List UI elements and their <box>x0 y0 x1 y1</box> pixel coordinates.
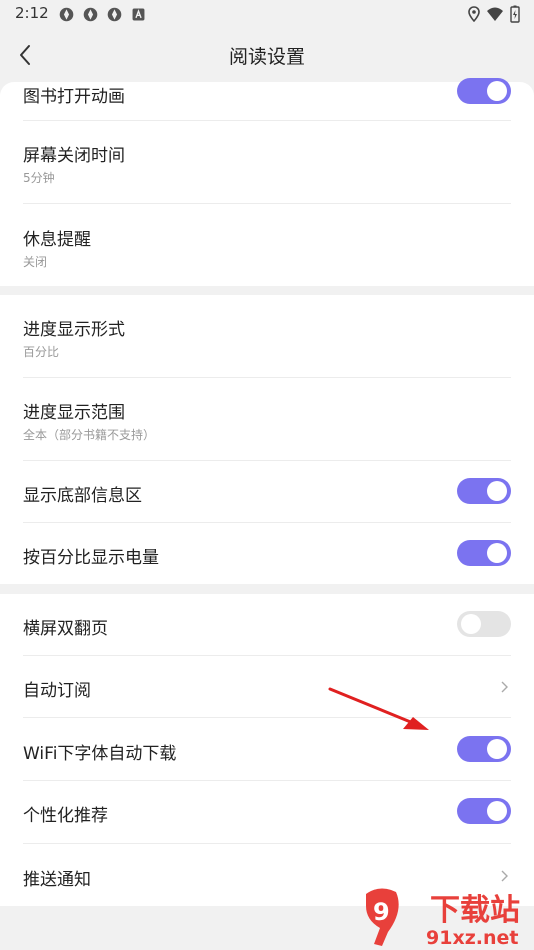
landscape-double-page-toggle[interactable] <box>457 611 511 637</box>
toggle-knob <box>487 801 507 821</box>
setting-value: 全本（部分书籍不支持） <box>23 428 156 442</box>
battery-icon <box>510 5 520 23</box>
status-bar: 2:12 <box>0 0 534 28</box>
app-notification-icon <box>107 7 122 22</box>
font-notification-icon <box>132 8 145 21</box>
setting-show-bottom-info[interactable]: 显示底部信息区 <box>23 461 511 522</box>
wifi-icon <box>487 7 503 21</box>
book-open-animation-toggle[interactable] <box>457 78 511 104</box>
setting-title: 休息提醒 <box>23 230 91 250</box>
app-notification-icon <box>83 7 98 22</box>
setting-landscape-double-page[interactable]: 横屏双翻页 <box>23 594 511 655</box>
setting-title: 横屏双翻页 <box>23 619 108 639</box>
setting-title: 推送通知 <box>23 870 91 890</box>
toggle-knob <box>487 481 507 501</box>
app-notification-icon <box>59 7 74 22</box>
setting-auto-subscribe[interactable]: 自动订阅 <box>23 656 511 717</box>
wifi-font-download-toggle[interactable] <box>457 736 511 762</box>
toggle-knob <box>487 81 507 101</box>
setting-title: 自动订阅 <box>23 681 91 701</box>
watermark-logo: 9 下载站 91xz.net <box>360 880 534 950</box>
settings-section-progress: 进度显示形式 百分比 进度显示范围 全本（部分书籍不支持） 显示底部信息区 按百… <box>0 295 534 584</box>
annotation-arrow-icon <box>328 687 429 730</box>
watermark-brand: 下载站 <box>430 893 520 928</box>
watermark-logo-mark: 9 <box>373 898 390 926</box>
toggle-knob <box>487 543 507 563</box>
setting-book-open-animation[interactable]: 图书打开动画 <box>23 78 511 120</box>
setting-personalized-recommendation[interactable]: 个性化推荐 <box>23 781 511 843</box>
setting-value: 关闭 <box>23 255 48 269</box>
chevron-right-icon <box>501 681 508 693</box>
setting-battery-percentage[interactable]: 按百分比显示电量 <box>23 523 511 584</box>
personalized-recommendation-toggle[interactable] <box>457 798 511 824</box>
app-bar: 阅读设置 <box>0 28 534 82</box>
location-icon <box>468 6 480 22</box>
setting-title: 个性化推荐 <box>23 806 108 826</box>
setting-rest-reminder[interactable]: 休息提醒 关闭 <box>23 204 511 286</box>
setting-progress-format[interactable]: 进度显示形式 百分比 <box>23 295 511 377</box>
page-title: 阅读设置 <box>228 46 305 68</box>
setting-value: 百分比 <box>23 345 60 359</box>
status-time: 2:12 <box>15 4 49 22</box>
setting-title: 显示底部信息区 <box>23 486 142 506</box>
watermark-domain: 91xz.net <box>426 927 518 949</box>
show-bottom-info-toggle[interactable] <box>457 478 511 504</box>
setting-wifi-font-download[interactable]: WiFi下字体自动下载 <box>23 718 511 780</box>
setting-title: 进度显示范围 <box>23 403 125 423</box>
setting-screen-off-time[interactable]: 屏幕关闭时间 5分钟 <box>23 121 511 203</box>
settings-section-other: 横屏双翻页 自动订阅 WiFi下字体自动下载 个性化推荐 推送通知 <box>0 594 534 906</box>
setting-title: WiFi下字体自动下载 <box>23 744 177 764</box>
setting-progress-range[interactable]: 进度显示范围 全本（部分书籍不支持） <box>23 378 511 460</box>
setting-value: 5分钟 <box>23 171 55 185</box>
toggle-knob <box>461 614 481 634</box>
setting-title: 进度显示形式 <box>23 320 125 340</box>
toggle-knob <box>487 739 507 759</box>
settings-section-general: 图书打开动画 屏幕关闭时间 5分钟 休息提醒 关闭 <box>0 78 534 286</box>
battery-percentage-toggle[interactable] <box>457 540 511 566</box>
setting-title: 图书打开动画 <box>23 87 125 107</box>
setting-title: 按百分比显示电量 <box>23 548 159 568</box>
setting-title: 屏幕关闭时间 <box>23 146 125 166</box>
